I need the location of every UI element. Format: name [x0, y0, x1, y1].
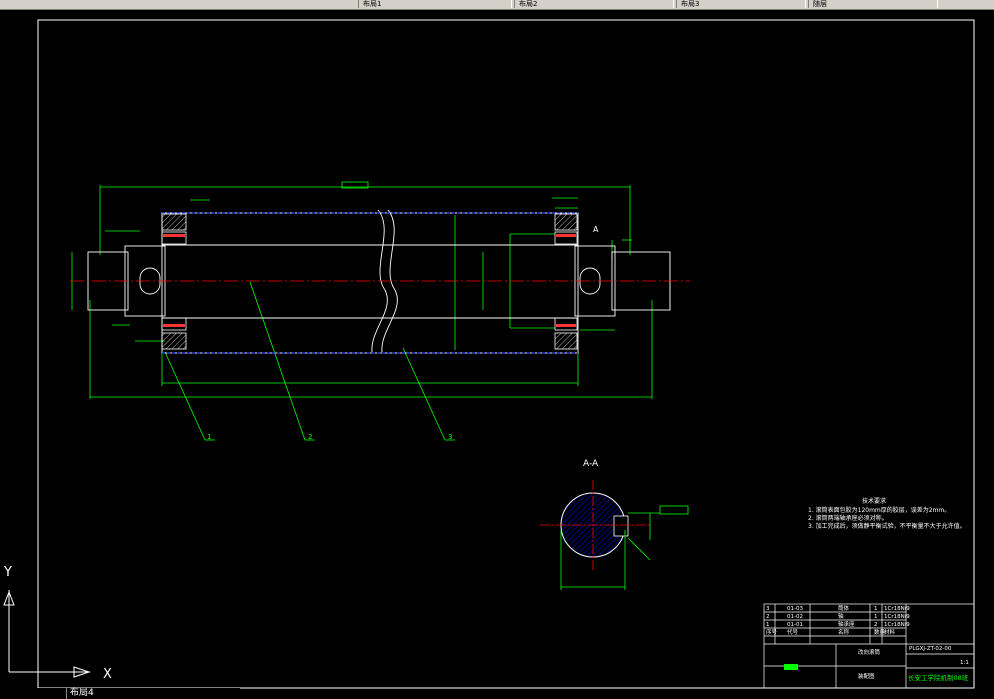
ucs-icon [3, 590, 91, 678]
school-name: 长安工学院机制08班 [908, 673, 969, 682]
toolbar-tab-label: 布局2 [519, 0, 538, 8]
callouts: 1 2 3 [207, 433, 452, 441]
svg-text:01-03: 01-03 [787, 606, 803, 612]
section-title: A-A [583, 459, 599, 469]
window-toolbar: 布局1 布局2 布局3 随层 [0, 0, 994, 10]
svg-text:2: 2 [874, 622, 878, 628]
assembly-label: 装配图 [858, 672, 875, 680]
svg-text:3: 3 [766, 606, 770, 612]
toolbar-tab-label: 布局1 [363, 0, 382, 8]
tech-item-1: 1. 滚筒表面包胶为120mm厚的胶层，误差为2mm。 [808, 506, 950, 514]
callout-1: 1 [207, 433, 211, 441]
svg-text:筒体: 筒体 [838, 604, 850, 612]
drawing-scale: 1:1 [960, 660, 969, 666]
toolbar-tab-1[interactable]: 布局1 [358, 0, 512, 8]
svg-text:1: 1 [874, 606, 878, 612]
svg-text:1Cr18Ni9: 1Cr18Ni9 [884, 606, 910, 612]
svg-text:01-02: 01-02 [787, 614, 803, 620]
tech-item-2: 2. 滚筒两端轴承座必须对称。 [808, 514, 888, 522]
svg-text:1Cr18Ni9: 1Cr18Ni9 [884, 614, 910, 620]
callout-3: 3 [448, 433, 452, 441]
svg-text:轴承座: 轴承座 [838, 620, 855, 628]
roller-body [161, 209, 579, 354]
svg-text:轴: 轴 [838, 612, 844, 620]
ucs-x-label: X [103, 667, 112, 682]
drawing-number: PLGXJ-ZT-02-00 [909, 646, 952, 652]
toolbar-tab-label: 随层 [813, 0, 827, 8]
drawing-border [37, 19, 975, 689]
svg-text:1: 1 [874, 614, 878, 620]
svg-text:材料: 材料 [884, 628, 896, 636]
svg-text:01-01: 01-01 [787, 622, 803, 628]
toolbar-tab-label: 布局3 [681, 0, 700, 8]
bearing-markers [163, 234, 576, 327]
drawing-canvas[interactable]: 1 2 3 A A-A 技术要求 1. 滚筒表面包胶为120mm厚的胶层，误差为… [0, 10, 994, 699]
svg-text:序号: 序号 [766, 628, 778, 636]
svg-text:名称: 名称 [838, 628, 850, 636]
tech-title: 技术要求 [862, 497, 886, 505]
tech-requirements: 技术要求 1. 滚筒表面包胶为120mm厚的胶层，误差为2mm。 2. 滚筒两端… [808, 497, 966, 530]
ucs-y-label: Y [3, 565, 12, 580]
svg-text:2: 2 [766, 614, 770, 620]
toolbar-tab-2[interactable]: 布局2 [514, 0, 674, 8]
svg-text:1Cr18Ni9: 1Cr18Ni9 [884, 622, 910, 628]
tech-item-3: 3. 加工完成后，须做静平衡试验，不平衡量不大于允许值。 [808, 522, 966, 530]
layout-tabs: 布局4 [0, 688, 240, 699]
tab-label: 布局4 [70, 688, 94, 698]
section-marker: A [593, 225, 599, 234]
toolbar-tab-3[interactable]: 布局3 [676, 0, 806, 8]
svg-text:1: 1 [766, 622, 770, 628]
section-view [540, 480, 689, 590]
svg-text:代号: 代号 [787, 628, 799, 636]
drawing-name: 改向滚筒 [858, 648, 881, 656]
toolbar-tab-4[interactable]: 随层 [808, 0, 938, 8]
vertical-scrollbar[interactable] [978, 10, 994, 688]
tab-model[interactable]: 布局4 [66, 688, 97, 699]
callout-2: 2 [308, 433, 312, 441]
title-block-highlight [784, 664, 798, 670]
